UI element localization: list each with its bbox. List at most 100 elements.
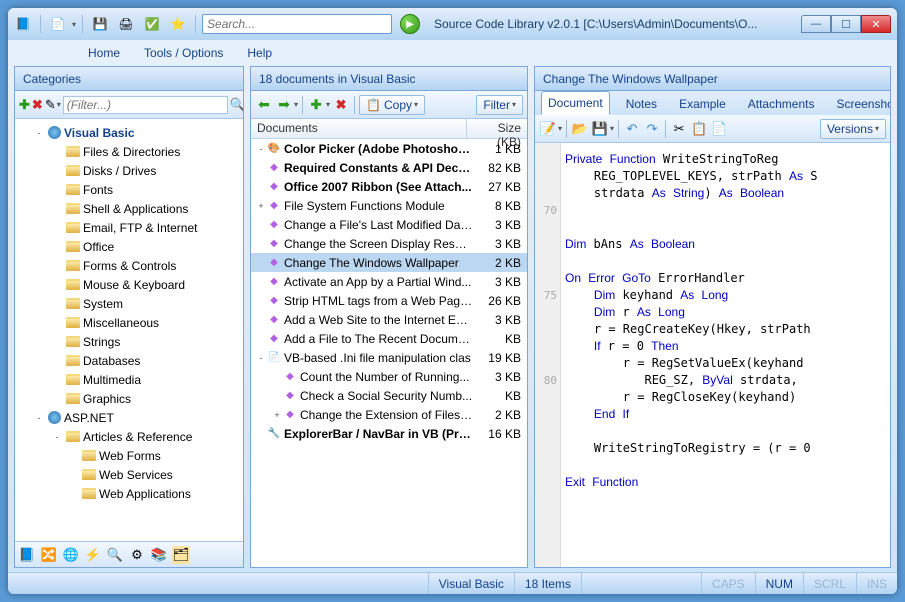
document-row[interactable]: ◆Check a Social Security Numb...KB xyxy=(251,386,527,405)
code-editor[interactable]: 70 75 80 Private Function WriteStringToR… xyxy=(535,143,890,567)
documents-list[interactable]: -🎨Color Picker (Adobe Photoshop ...1 KB◆… xyxy=(251,139,527,567)
paste-icon[interactable]: 📄 xyxy=(710,120,728,138)
documents-header: 18 documents in Visual Basic xyxy=(251,67,527,91)
tree-item[interactable]: -ASP.NET xyxy=(17,408,241,427)
del-doc-icon[interactable]: ✖ xyxy=(332,96,350,114)
minimize-button[interactable]: — xyxy=(801,15,831,33)
go-button[interactable]: ▶ xyxy=(400,14,420,34)
tree-item[interactable]: Miscellaneous xyxy=(17,313,241,332)
doc-size: 3 KB xyxy=(473,275,527,289)
close-button[interactable]: ✕ xyxy=(861,15,891,33)
tree-item[interactable]: Web Services xyxy=(17,465,241,484)
document-row[interactable]: ◆Activate an App by a Partial Wind...3 K… xyxy=(251,272,527,291)
copy-icon[interactable]: 📋 xyxy=(690,120,708,138)
sort-icon[interactable]: 🔀 xyxy=(40,546,58,564)
tree-label: Disks / Drives xyxy=(83,164,156,178)
delete-icon[interactable]: ✖ xyxy=(32,96,43,114)
document-row[interactable]: ◆Required Constants & API Decla...82 KB xyxy=(251,158,527,177)
redo-icon[interactable]: ↷ xyxy=(643,120,661,138)
forward-icon[interactable]: ➡ xyxy=(275,96,293,114)
cut-icon[interactable]: ✂ xyxy=(670,120,688,138)
wand-icon[interactable]: ⚡ xyxy=(84,546,102,564)
gear-icon[interactable]: ⚙ xyxy=(128,546,146,564)
document-row[interactable]: ◆Change the Screen Display Resolu...3 KB xyxy=(251,234,527,253)
copy-button[interactable]: 📋 Copy ▾ xyxy=(359,95,425,115)
filter-go-icon[interactable]: 🔍 xyxy=(230,96,244,114)
document-row[interactable]: ◆Add a File to The Recent Docume...KB xyxy=(251,329,527,348)
doc-name: Count the Number of Running... xyxy=(297,370,473,384)
back-icon[interactable]: ⬅ xyxy=(255,96,273,114)
document-row[interactable]: ◆Strip HTML tags from a Web Page...26 KB xyxy=(251,291,527,310)
document-row[interactable]: ◆Change The Windows Wallpaper2 KB xyxy=(251,253,527,272)
tab-screenshots[interactable]: Screenshots xyxy=(830,93,891,115)
tab-notes[interactable]: Notes xyxy=(620,93,663,115)
code-body[interactable]: Private Function WriteStringToReg REG_TO… xyxy=(561,143,890,567)
new-code-icon[interactable]: 📝 xyxy=(539,120,557,138)
tree-item[interactable]: Shell & Applications xyxy=(17,199,241,218)
versions-button[interactable]: Versions ▾ xyxy=(820,119,886,139)
document-row[interactable]: ◆Change a File's Last Modified Date...3 … xyxy=(251,215,527,234)
tree-item[interactable]: Files & Directories xyxy=(17,142,241,161)
folder-icon xyxy=(82,488,96,499)
tree-item[interactable]: Multimedia xyxy=(17,370,241,389)
tree-item[interactable]: -Visual Basic xyxy=(17,123,241,142)
filter-button[interactable]: Filter ▾ xyxy=(476,95,523,115)
tab-example[interactable]: Example xyxy=(673,93,732,115)
document-row[interactable]: ◆Office 2007 Ribbon (See Attach...27 KB xyxy=(251,177,527,196)
undo-icon[interactable]: ↶ xyxy=(623,120,641,138)
document-row[interactable]: +◆File System Functions Module8 KB xyxy=(251,196,527,215)
star-icon[interactable]: ⭐ xyxy=(167,13,189,35)
menu-home[interactable]: Home xyxy=(88,46,120,60)
tree-item[interactable]: Graphics xyxy=(17,389,241,408)
menu-help[interactable]: Help xyxy=(247,46,272,60)
add-icon[interactable]: ✚ xyxy=(19,96,30,114)
doc-icon: ◆ xyxy=(267,294,281,308)
db-icon[interactable]: 🗂 xyxy=(172,546,190,564)
tree-item[interactable]: Web Forms xyxy=(17,446,241,465)
search-input[interactable] xyxy=(202,14,392,34)
tree-item[interactable]: Strings xyxy=(17,332,241,351)
search-icon[interactable]: 🔍 xyxy=(106,546,124,564)
tree-item[interactable]: Office xyxy=(17,237,241,256)
document-row[interactable]: ◆Count the Number of Running...3 KB xyxy=(251,367,527,386)
document-row[interactable]: -📄VB-based .Ini file manipulation clas19… xyxy=(251,348,527,367)
tree-item[interactable]: Fonts xyxy=(17,180,241,199)
save-code-icon[interactable]: 💾 xyxy=(591,120,609,138)
tab-attachments[interactable]: Attachments xyxy=(742,93,821,115)
doc-icon: ◆ xyxy=(267,332,281,346)
edit-icon[interactable]: ✎ xyxy=(45,96,56,114)
folder-icon xyxy=(66,393,80,404)
globe-icon[interactable]: 🌐 xyxy=(62,546,80,564)
tree-item[interactable]: -Articles & Reference xyxy=(17,427,241,446)
new-icon[interactable]: 📄 xyxy=(47,13,69,35)
tree-item[interactable]: System xyxy=(17,294,241,313)
document-row[interactable]: -🎨Color Picker (Adobe Photoshop ...1 KB xyxy=(251,139,527,158)
maximize-button[interactable]: ☐ xyxy=(831,15,861,33)
tree-item[interactable]: Databases xyxy=(17,351,241,370)
tree-item[interactable]: Web Applications xyxy=(17,484,241,503)
document-row[interactable]: 🔧ExplorerBar / NavBar in VB (Proj...16 K… xyxy=(251,424,527,443)
categories-filter[interactable] xyxy=(63,96,228,114)
tree-item[interactable]: Email, FTP & Internet xyxy=(17,218,241,237)
tab-document[interactable]: Document xyxy=(541,91,610,115)
folder-icon xyxy=(66,336,80,347)
save-icon[interactable]: 💾 xyxy=(89,13,111,35)
print-icon[interactable]: 🖨 xyxy=(115,13,137,35)
menu-tools[interactable]: Tools / Options xyxy=(144,46,223,60)
open-icon[interactable]: 📂 xyxy=(571,120,589,138)
document-row[interactable]: +◆Change the Extension of Files i...2 KB xyxy=(251,405,527,424)
doc-size: 16 KB xyxy=(473,427,527,441)
tree-item[interactable]: Forms & Controls xyxy=(17,256,241,275)
books-icon[interactable]: 📚 xyxy=(150,546,168,564)
categories-tree[interactable]: -Visual BasicFiles & Directories Disks / … xyxy=(15,119,243,541)
tree-item[interactable]: Disks / Drives xyxy=(17,161,241,180)
vb-icon[interactable]: 📘 xyxy=(18,546,36,564)
app-window: 📘 📄▾ 💾 🖨 ✅ ⭐ ▶ Source Code Library v2.0.… xyxy=(8,8,897,594)
tree-item[interactable]: Mouse & Keyboard xyxy=(17,275,241,294)
doc-icon: ◆ xyxy=(267,199,281,213)
categories-header: Categories xyxy=(15,67,243,91)
check-icon[interactable]: ✅ xyxy=(141,13,163,35)
add-doc-icon[interactable]: ✚ xyxy=(307,96,325,114)
document-row[interactable]: ◆Add a Web Site to the Internet Exp...3 … xyxy=(251,310,527,329)
doc-icon: ◆ xyxy=(267,180,281,194)
